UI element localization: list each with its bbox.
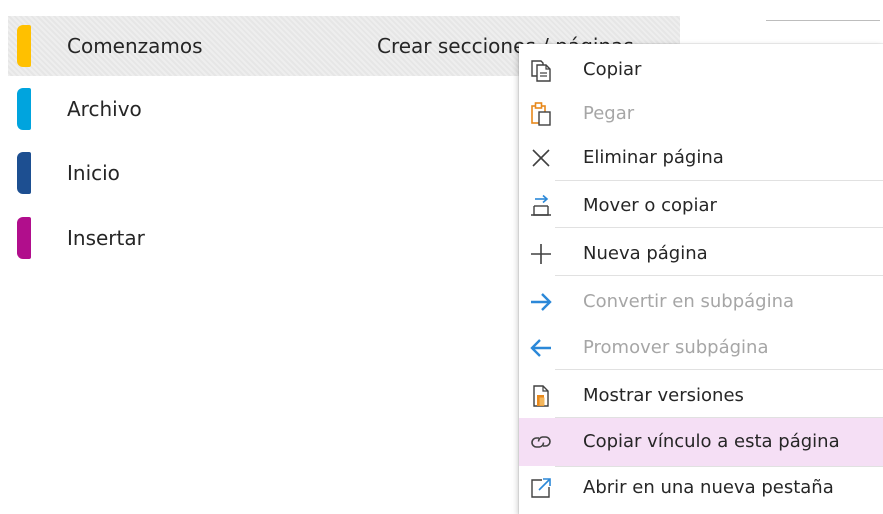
menu-item-label: Convertir en subpágina	[583, 291, 795, 312]
arrow-left-icon	[528, 335, 554, 361]
close-icon	[528, 145, 554, 171]
arrow-right-icon	[528, 289, 554, 315]
menu-item-delete-page[interactable]: Eliminar página	[519, 134, 883, 182]
menu-item-label: Promover subpágina	[583, 337, 769, 358]
menu-item-copy-link[interactable]: Copiar vínculo a esta página	[519, 418, 883, 466]
move-icon	[528, 193, 554, 219]
menu-item-label: Nueva página	[583, 243, 708, 264]
copy-icon	[528, 57, 554, 83]
menu-item-promote-subpage[interactable]: Promover subpágina	[519, 324, 883, 372]
plus-icon	[528, 241, 554, 267]
menu-item-move-copy[interactable]: Mover o copiar	[519, 182, 883, 230]
section-color-tab	[17, 152, 31, 194]
menu-item-label: Eliminar página	[583, 147, 724, 168]
menu-item-new-page[interactable]: Nueva página	[519, 230, 883, 278]
menu-item-label: Copiar	[583, 59, 642, 80]
menu-item-paste[interactable]: Pegar	[519, 90, 883, 138]
section-item-archivo[interactable]: Archivo	[8, 79, 342, 139]
section-item-comenzamos[interactable]: Comenzamos	[8, 16, 342, 76]
menu-separator	[555, 275, 883, 276]
menu-separator	[555, 180, 883, 181]
section-label: Archivo	[67, 97, 142, 121]
link-icon	[528, 429, 554, 455]
menu-item-make-subpage[interactable]: Convertir en subpágina	[519, 278, 883, 326]
section-item-insertar[interactable]: Insertar	[8, 208, 342, 268]
paste-icon	[528, 101, 554, 127]
menu-item-label: Mover o copiar	[583, 195, 717, 216]
versions-icon	[528, 383, 554, 409]
menu-item-label: Pegar	[583, 103, 635, 124]
section-color-tab	[17, 217, 31, 259]
open-new-tab-icon	[528, 475, 554, 501]
section-label: Inicio	[67, 161, 120, 185]
section-label: Insertar	[67, 226, 145, 250]
menu-item-show-versions[interactable]: Mostrar versiones	[519, 372, 883, 420]
section-color-tab	[17, 25, 31, 67]
divider	[766, 20, 880, 21]
section-label: Comenzamos	[67, 34, 203, 58]
menu-separator	[555, 227, 883, 228]
context-menu: Copiar Pegar Eliminar página Mover o cop…	[519, 44, 883, 514]
section-item-inicio[interactable]: Inicio	[8, 143, 342, 203]
menu-item-label: Mostrar versiones	[583, 385, 744, 406]
menu-item-label: Copiar vínculo a esta página	[583, 431, 840, 452]
menu-item-copy[interactable]: Copiar	[519, 46, 883, 94]
menu-item-label: Abrir en una nueva pestaña	[583, 477, 834, 498]
section-color-tab	[17, 88, 31, 130]
sections-pane: Comenzamos Archivo Inicio Insertar	[0, 0, 343, 500]
menu-item-open-new-tab[interactable]: Abrir en una nueva pestaña	[519, 464, 883, 512]
menu-separator	[555, 369, 883, 370]
